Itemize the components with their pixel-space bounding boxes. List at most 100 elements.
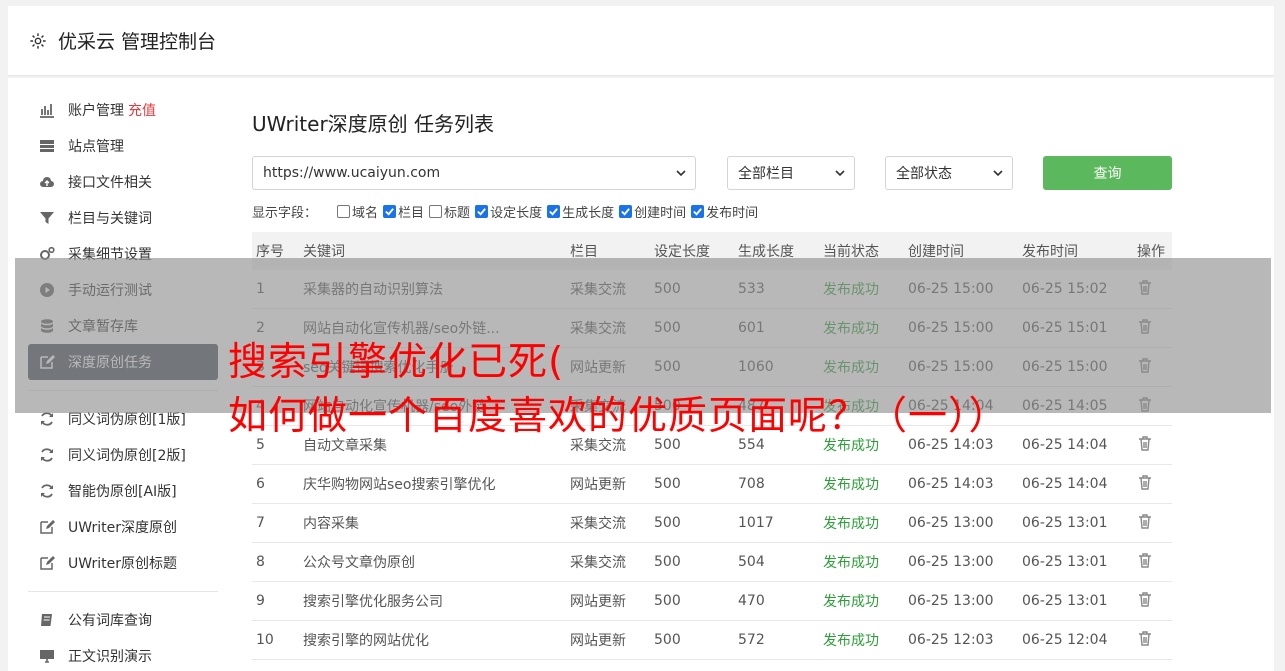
delete-button[interactable]	[1137, 474, 1153, 494]
sidebar-item[interactable]: 公有词库查询	[28, 602, 218, 638]
checkbox-checked-icon[interactable]	[475, 205, 489, 218]
chevron-down-icon	[835, 170, 845, 177]
table-cell: 7	[256, 515, 265, 531]
sidebar-item-label: 接口文件相关	[68, 175, 152, 191]
field-checkbox[interactable]: 创建时间	[619, 202, 686, 221]
sidebar-item-label: UWriter深度原创	[68, 520, 177, 536]
checkbox-checked-icon[interactable]	[619, 205, 633, 218]
sidebar-item-label: UWriter原创标题	[68, 556, 177, 572]
sidebar-item-label: 同义词伪原创[2版]	[68, 448, 186, 464]
sidebar-item[interactable]: 栏目与关键词	[28, 200, 218, 236]
table-cell: 9	[256, 593, 265, 609]
table-cell: 500	[654, 476, 681, 492]
table-cell: 500	[654, 593, 681, 609]
checkbox-checked-icon[interactable]	[547, 205, 561, 218]
table-cell: 8	[256, 554, 265, 570]
field-checkbox[interactable]: 发布时间	[691, 202, 758, 221]
filter-bar: https://www.ucaiyun.com 全部栏目 全部状态 查询	[252, 156, 1172, 190]
trash-icon	[1139, 631, 1151, 646]
column-select[interactable]: 全部栏目	[727, 156, 855, 190]
chevron-down-icon	[993, 170, 1003, 177]
trash-icon	[1139, 592, 1151, 607]
delete-button[interactable]	[1137, 435, 1153, 455]
trash-icon	[1139, 436, 1151, 451]
site-select[interactable]: https://www.ucaiyun.com	[252, 156, 696, 190]
sidebar-item[interactable]: 正文识别演示	[28, 638, 218, 671]
table-cell: 网站更新	[570, 594, 626, 610]
display-fields: 显示字段： 域名 栏目 标题 设定长度 生成长度 创建时间 发布时间	[252, 202, 763, 221]
table-cell: 06-25 14:04	[1022, 437, 1108, 453]
delete-button[interactable]	[1137, 630, 1153, 650]
delete-button[interactable]	[1137, 591, 1153, 611]
query-button[interactable]: 查询	[1043, 156, 1172, 190]
table-cell: 1017	[738, 515, 774, 531]
sidebar-item[interactable]: 接口文件相关	[28, 164, 218, 200]
sidebar-item[interactable]: 智能伪原创[AI版]	[28, 473, 218, 509]
table-cell: 内容采集	[303, 516, 359, 532]
checkbox-empty-icon[interactable]	[429, 205, 443, 218]
table-cell: 06-25 13:00	[908, 554, 994, 570]
table-cell: 06-25 13:01	[1022, 554, 1108, 570]
field-checkbox[interactable]: 域名	[337, 202, 378, 221]
table-cell: 470	[738, 593, 765, 609]
checkbox-checked-icon[interactable]	[383, 205, 397, 218]
table-row: 8 公众号文章伪原创 采集交流 500 504 发布成功 06-25 13:00 06-25 …	[252, 543, 1172, 582]
field-checkbox[interactable]: 设定长度	[475, 202, 542, 221]
edit-icon	[38, 518, 56, 536]
sidebar-item[interactable]: UWriter深度原创	[28, 509, 218, 545]
field-checkbox[interactable]: 生成长度	[547, 202, 614, 221]
sidebar-item-label: 公有词库查询	[68, 613, 152, 629]
cloud-upload-icon	[38, 173, 56, 191]
field-checkbox[interactable]: 栏目	[383, 202, 424, 221]
status-text: 发布成功	[823, 555, 879, 571]
app-title: 优采云 管理控制台	[58, 31, 217, 53]
sidebar-item-label: 站点管理	[68, 139, 124, 155]
trash-icon	[1139, 553, 1151, 568]
status-text: 发布成功	[823, 633, 879, 649]
trash-icon	[1139, 514, 1151, 529]
delete-button[interactable]	[1137, 552, 1153, 572]
status-text: 发布成功	[823, 594, 879, 610]
table-row: 7 内容采集 采集交流 500 1017 发布成功 06-25 13:00 06-25 13:…	[252, 504, 1172, 543]
chevron-down-icon	[676, 170, 686, 177]
table-cell: 庆华购物网站seo搜索引擎优化	[303, 477, 496, 493]
field-checkbox-label: 设定长度	[490, 206, 543, 221]
checkbox-checked-icon[interactable]	[691, 205, 705, 218]
table-cell: 6	[256, 476, 265, 492]
table-cell: 500	[654, 515, 681, 531]
status-select[interactable]: 全部状态	[885, 156, 1013, 190]
field-checkbox[interactable]: 标题	[429, 202, 470, 221]
sidebar-divider	[28, 591, 218, 592]
status-select-value: 全部状态	[896, 166, 952, 182]
table-cell: 搜索引擎的网站优化	[303, 633, 429, 649]
field-checkbox-label: 生成长度	[562, 206, 615, 221]
delete-button[interactable]	[1137, 513, 1153, 533]
sidebar-item[interactable]: 同义词伪原创[2版]	[28, 437, 218, 473]
overlay-line-1: 搜索引擎优化已死(	[228, 340, 565, 385]
checkbox-empty-icon[interactable]	[337, 205, 351, 218]
table-cell: 网站更新	[570, 633, 626, 649]
sidebar-item-label: 账户管理	[68, 103, 124, 119]
edit-icon	[38, 554, 56, 572]
table-cell: 网站更新	[570, 477, 626, 493]
table-row: 10 搜索引擎的网站优化 网站更新 500 572 发布成功 06-25 12:03 06-2…	[252, 621, 1172, 660]
monitor-icon	[38, 647, 56, 665]
table-cell: 708	[738, 476, 765, 492]
table-cell: 06-25 12:03	[908, 632, 994, 648]
table-cell: 572	[738, 632, 765, 648]
field-checkbox-label: 标题	[444, 206, 471, 221]
status-text: 发布成功	[823, 516, 879, 532]
sidebar-item[interactable]: UWriter原创标题	[28, 545, 218, 581]
table-cell: 06-25 13:00	[908, 515, 994, 531]
book-icon	[38, 611, 56, 629]
gear-icon	[28, 31, 48, 51]
sidebar-item[interactable]: 账户管理 充值	[28, 92, 218, 128]
refresh-icon	[38, 482, 56, 500]
overlay-line-2: 如何做一个百度喜欢的优质页面呢？（一））	[228, 394, 1009, 439]
recharge-link[interactable]: 充值	[128, 100, 156, 120]
site-select-value: https://www.ucaiyun.com	[263, 165, 441, 181]
status-text: 发布成功	[823, 477, 879, 493]
table-row: 9 搜索引擎优化服务公司 网站更新 500 470 发布成功 06-25 13:00 06-2…	[252, 582, 1172, 621]
sidebar-item[interactable]: 站点管理	[28, 128, 218, 164]
field-checkbox-label: 栏目	[398, 206, 425, 221]
